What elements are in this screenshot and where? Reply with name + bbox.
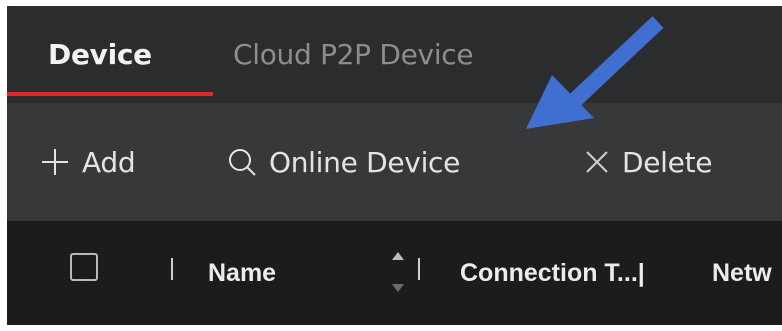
search-icon [227,147,257,177]
column-header-network[interactable]: Netw [712,221,772,325]
add-label: Add [82,145,136,179]
column-separator[interactable] [418,258,420,280]
delete-button[interactable]: Delete [584,103,713,221]
plus-icon [40,147,70,177]
online-device-button[interactable]: Online Device [227,103,460,221]
close-icon [584,149,610,175]
online-device-label: Online Device [269,145,461,179]
select-all-checkbox[interactable] [70,253,98,281]
tab-device[interactable]: Device [48,6,152,103]
add-button[interactable]: Add [40,103,136,221]
sort-icon[interactable] [386,248,410,301]
column-separator[interactable] [171,258,173,280]
toolbar: Add Online Device Delete [7,103,782,221]
column-header-connection-type[interactable]: Connection T...| [460,221,645,325]
device-manager-panel: Device Cloud P2P Device Add Online Devic… [0,0,782,331]
column-header-name[interactable]: Name [208,221,276,325]
delete-label: Delete [622,145,713,179]
tab-cloud-p2p-device[interactable]: Cloud P2P Device [233,6,474,103]
